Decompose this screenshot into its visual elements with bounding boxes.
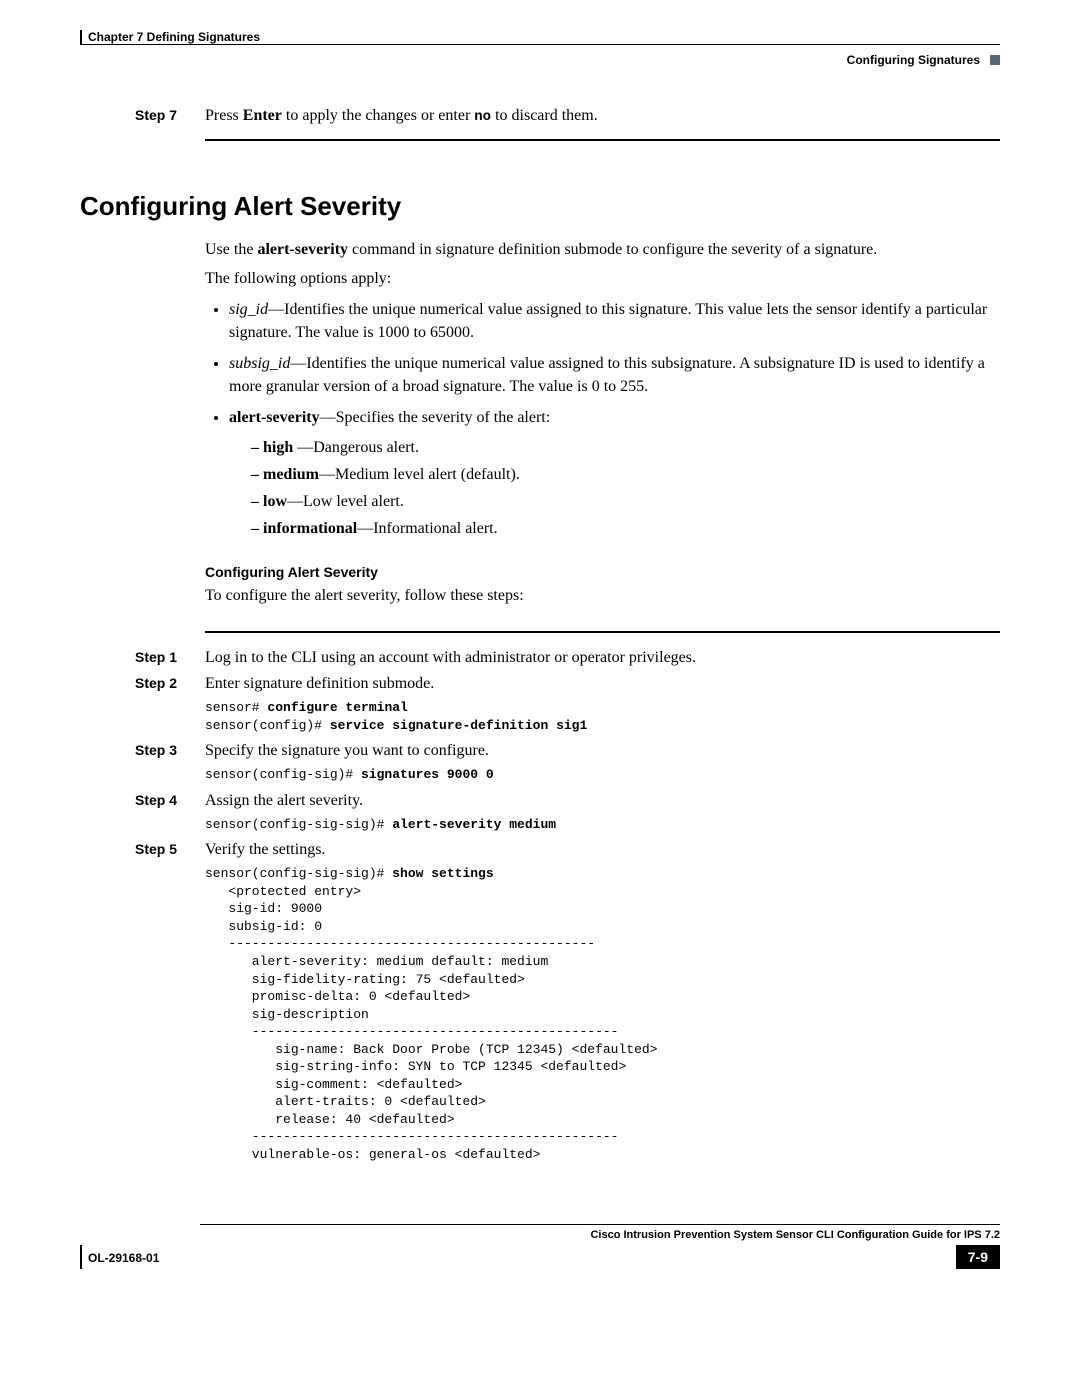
- section-label: Configuring Signatures: [847, 53, 980, 67]
- step-7: Step 7 Press Enter to apply the changes …: [135, 107, 1000, 125]
- list-item: alert-severity—Specifies the severity of…: [229, 406, 1000, 540]
- page-number: 7-9: [956, 1245, 1000, 1269]
- step-3: Step 3 Specify the signature you want to…: [135, 742, 1000, 760]
- step-1: Step 1 Log in to the CLI using an accoun…: [135, 649, 1000, 667]
- step-label: Step 1: [135, 649, 205, 667]
- step-text: Press Enter to apply the changes or ente…: [205, 107, 598, 125]
- list-item: subsig_id—Identifies the unique numerica…: [229, 352, 1000, 398]
- code-block: sensor# configure terminal sensor(config…: [205, 699, 1000, 734]
- page-header: Chapter 7 Defining Signatures: [80, 30, 1000, 44]
- doc-number: OL-29168-01: [80, 1245, 159, 1269]
- following-text: The following options apply:: [205, 269, 1000, 290]
- list-item: low—Low level alert.: [251, 490, 1000, 513]
- rule: [205, 139, 1000, 141]
- severity-sublist: high —Dangerous alert. medium—Medium lev…: [229, 436, 1000, 541]
- subhead-text: To configure the alert severity, follow …: [205, 586, 1000, 607]
- header-rule: [80, 44, 1000, 45]
- step-text: Enter signature definition submode.: [205, 675, 434, 693]
- corner-marker-icon: [990, 55, 1000, 65]
- step-5: Step 5 Verify the settings.: [135, 841, 1000, 859]
- code-block: sensor(config-sig)# signatures 9000 0: [205, 766, 1000, 784]
- footer-guide-title: Cisco Intrusion Prevention System Sensor…: [80, 1229, 1000, 1241]
- list-item: sig_id—Identifies the unique numerical v…: [229, 298, 1000, 344]
- chapter-label: Chapter 7 Defining Signatures: [80, 30, 260, 44]
- list-item: high —Dangerous alert.: [251, 436, 1000, 459]
- page-footer: Cisco Intrusion Prevention System Sensor…: [80, 1224, 1000, 1269]
- step-label: Step 4: [135, 792, 205, 810]
- document-page: Chapter 7 Defining Signatures Configurin…: [0, 0, 1080, 1299]
- step-text: Verify the settings.: [205, 841, 325, 859]
- footer-rule: [200, 1224, 1000, 1225]
- rule: [205, 631, 1000, 633]
- footer-bar: OL-29168-01 7-9: [80, 1245, 1000, 1269]
- step-label: Step 3: [135, 742, 205, 760]
- step-label: Step 5: [135, 841, 205, 859]
- options-list: sig_id—Identifies the unique numerical v…: [205, 298, 1000, 541]
- subheading: Configuring Alert Severity: [205, 564, 1000, 580]
- step-label: Step 7: [135, 107, 205, 125]
- section-title: Configuring Alert Severity: [80, 191, 1000, 222]
- code-block: sensor(config-sig-sig)# show settings <p…: [205, 865, 1000, 1163]
- step-2: Step 2 Enter signature definition submod…: [135, 675, 1000, 693]
- step-text: Assign the alert severity.: [205, 792, 363, 810]
- step-label: Step 2: [135, 675, 205, 693]
- list-item: medium—Medium level alert (default).: [251, 463, 1000, 486]
- section-header: Configuring Signatures: [80, 53, 1000, 67]
- step-text: Log in to the CLI using an account with …: [205, 649, 696, 667]
- step-4: Step 4 Assign the alert severity.: [135, 792, 1000, 810]
- list-item: informational—Informational alert.: [251, 517, 1000, 540]
- intro-text: Use the alert-severity command in signat…: [205, 240, 1000, 261]
- code-block: sensor(config-sig-sig)# alert-severity m…: [205, 816, 1000, 834]
- step-text: Specify the signature you want to config…: [205, 742, 489, 760]
